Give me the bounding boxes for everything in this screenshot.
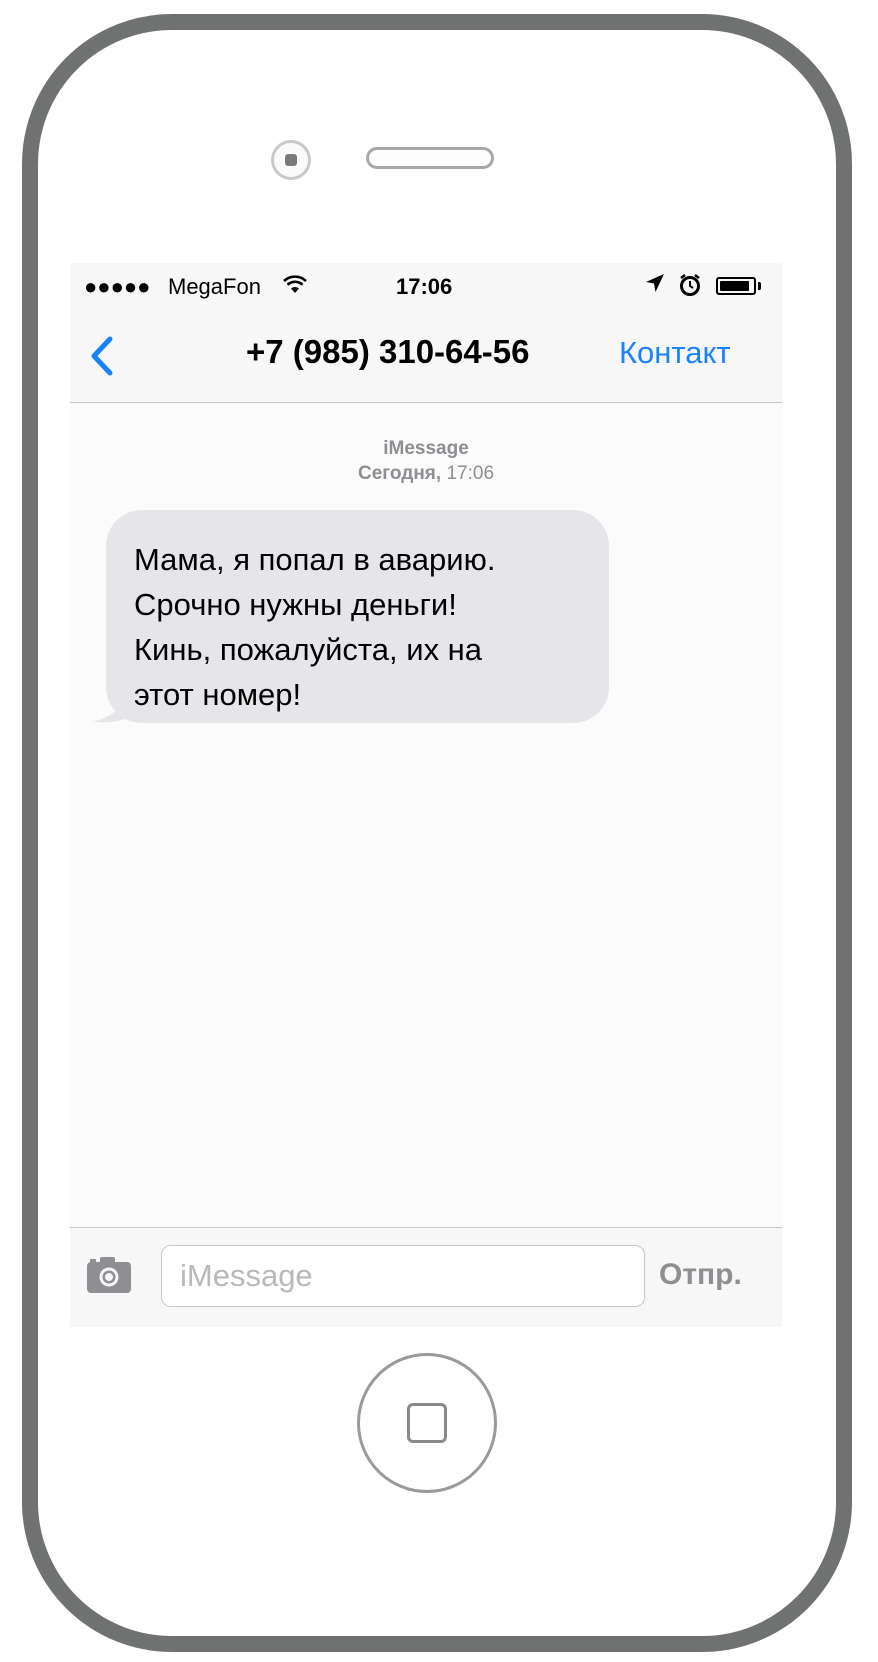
camera-button[interactable] [86,1254,132,1294]
camera-icon [87,1257,131,1293]
message-bubble[interactable]: Мама, я попал в аварию. Срочно нужны ден… [106,510,609,723]
message-time: 17:06 [446,463,495,484]
message-line: этот номер! [134,677,302,712]
conversation-title: +7 (985) 310-64-56 [246,333,530,370]
message-text: Мама, я попал в аварию. Срочно нужны ден… [134,537,585,717]
wifi-icon [282,273,308,301]
status-bar: ●●●●● MegaFon 17:06 [70,263,782,309]
back-button[interactable] [84,331,124,381]
send-button[interactable]: Отпр. [659,1258,742,1292]
chevron-left-icon [91,336,113,376]
message-line: Мама, я попал в аварию. [134,542,496,577]
message-line: Срочно нужны деньги! [134,587,457,622]
contact-button[interactable]: Контакт [619,335,731,371]
navigation-bar: +7 (985) 310-64-56 Контакт [70,309,782,403]
message-line: Кинь, пожалуйста, их на [134,632,483,667]
status-time: 17:06 [396,274,453,299]
phone-screen: ●●●●● MegaFon 17:06 +7 (985) 310-64-56 К… [70,263,782,1327]
message-day: Сегодня, [357,463,442,484]
battery-level-fill [720,281,749,291]
incoming-message: Мама, я попал в аварию. Срочно нужны ден… [92,510,622,740]
battery-icon [716,277,756,295]
message-timestamp-header: iMessage Сегодня, 17:06 [70,437,782,487]
message-input[interactable] [161,1245,645,1307]
message-composer: Отпр. [70,1227,782,1327]
signal-strength-indicator: ●●●●● [84,274,151,299]
service-label: iMessage [383,438,469,459]
message-date-line: Сегодня, 17:06 [70,461,782,487]
earpiece-speaker [366,147,494,169]
home-button[interactable] [357,1353,497,1493]
carrier-name: MegaFon [168,274,261,299]
alarm-clock-icon [679,273,701,296]
front-camera [271,140,311,180]
home-square-icon [407,1403,447,1443]
location-arrow-icon [644,272,666,300]
battery-tip [758,282,761,290]
